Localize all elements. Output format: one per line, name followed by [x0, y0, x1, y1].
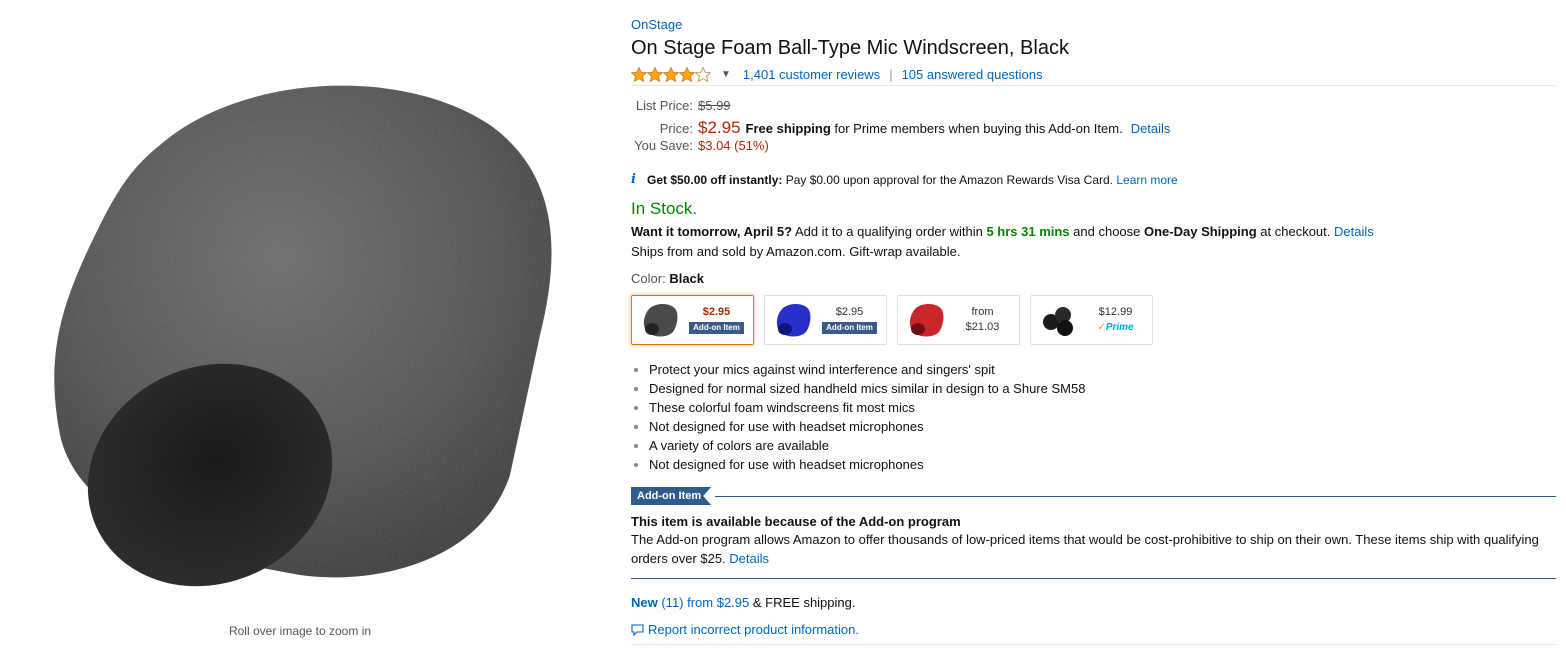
addon-badge: Add-on Item	[689, 322, 744, 334]
new-offers-link[interactable]: New	[631, 595, 658, 610]
countdown: 5 hrs 31 mins	[986, 224, 1070, 239]
swatch-multi[interactable]: $12.99 ✓Prime	[1030, 295, 1153, 345]
addon-description: The Add-on program allows Amazon to offe…	[631, 530, 1556, 568]
learn-more-link[interactable]: Learn more	[1116, 173, 1177, 187]
list-price: $5.99	[698, 98, 731, 113]
addon-heading: This item is available because of the Ad…	[631, 514, 961, 529]
image-column: Roll over image to zoom in	[0, 0, 600, 651]
bullet-item: These colorful foam windscreens fit most…	[631, 398, 1556, 417]
card-promo: i Get $50.00 off instantly: Pay $0.00 up…	[631, 172, 1556, 187]
star-full-icon	[679, 66, 695, 82]
swatch-price: $12.99	[1098, 306, 1133, 318]
color-row: Color: Black	[631, 271, 1556, 286]
price-row: Price: $2.95 Free shipping for Prime mem…	[631, 118, 1556, 138]
brand-link[interactable]: OnStage	[631, 17, 682, 32]
swatch-info: $2.95 Add-on Item	[680, 305, 753, 335]
color-label: Color:	[631, 271, 666, 286]
addon-bottom-rule	[631, 578, 1556, 579]
blue-windscreen-thumbnail	[776, 304, 811, 337]
choose-text: and choose	[1069, 224, 1144, 239]
ships-from: Ships from and sold by Amazon.com. Gift-…	[631, 244, 961, 259]
chevron-down-icon[interactable]: ▼	[721, 69, 731, 80]
multi-windscreen-thumbnail	[1043, 307, 1073, 336]
swatch-price: $21.03	[965, 321, 1000, 333]
want-it-text: Want it tomorrow, April 5?	[631, 224, 793, 239]
product-image[interactable]	[40, 55, 560, 595]
swatch-black[interactable]: $2.95 Add-on Item	[631, 295, 754, 345]
questions-link[interactable]: 105 answered questions	[902, 67, 1043, 82]
star-rating[interactable]	[631, 66, 711, 82]
addon-header: Add-on Item	[631, 487, 1556, 505]
star-empty-icon	[695, 66, 711, 82]
offers-count-link[interactable]: (11) from $2.95	[658, 595, 749, 610]
checkout-text: at checkout.	[1256, 224, 1334, 239]
speech-bubble-icon	[631, 623, 644, 636]
rating-row: ▼ 1,401 customer reviews | 105 answered …	[631, 63, 1556, 85]
delivery-details-link[interactable]: Details	[1334, 224, 1374, 239]
free-shipping: Free shipping	[745, 121, 831, 136]
addon-badge: Add-on Item	[822, 322, 877, 334]
savings-label: You Save:	[634, 138, 693, 153]
shipping-note: for Prime members when buying this Add-o…	[830, 121, 1123, 136]
offers-shipping: & FREE shipping.	[749, 595, 856, 610]
reviews-link[interactable]: 1,401 customer reviews	[743, 67, 880, 82]
prime-badge: ✓Prime	[1097, 322, 1134, 333]
shipping-details-link[interactable]: Details	[1131, 121, 1171, 136]
savings-row: You Save: $3.04 (51%)	[631, 138, 1556, 158]
bullet-item: Not designed for use with headset microp…	[631, 417, 1556, 436]
swatch-info: $2.95 Add-on Item	[813, 305, 886, 335]
addon-tag: Add-on Item	[631, 487, 712, 505]
list-price-row: List Price: $5.99	[631, 98, 1556, 118]
zoom-hint: Roll over image to zoom in	[228, 624, 372, 638]
divider-line	[631, 644, 1556, 645]
delivery-message: Want it tomorrow, April 5? Add it to a q…	[631, 222, 1556, 241]
current-price: $2.95	[698, 118, 741, 137]
list-price-label: List Price:	[635, 98, 693, 113]
swatch-from: from	[971, 306, 994, 318]
promo-text: Pay $0.00 upon approval for the Amazon R…	[782, 172, 1117, 187]
product-title: On Stage Foam Ball-Type Mic Windscreen, …	[631, 37, 1069, 59]
product-info: OnStage On Stage Foam Ball-Type Mic Wind…	[631, 14, 1556, 645]
swatch-info: $12.99 ✓Prime	[1079, 305, 1152, 335]
prime-label: Prime	[1105, 322, 1134, 333]
info-icon: i	[631, 172, 636, 187]
divider: |	[889, 66, 893, 82]
price-label: Price:	[659, 121, 693, 136]
bullet-item: A variety of colors are available	[631, 436, 1556, 455]
selected-color: Black	[669, 271, 705, 286]
price-table: List Price: $5.99 Price: $2.95 Free ship…	[631, 98, 1556, 158]
one-day-shipping: One-Day Shipping	[1144, 224, 1257, 239]
report-row: Report incorrect product information.	[631, 622, 1556, 637]
star-full-icon	[631, 66, 647, 82]
savings-value: $3.04 (51%)	[698, 138, 769, 153]
star-full-icon	[663, 66, 679, 82]
swatch-red[interactable]: from $21.03	[897, 295, 1020, 345]
star-full-icon	[647, 66, 663, 82]
red-windscreen-thumbnail	[909, 304, 944, 337]
bullet-item: Designed for normal sized handheld mics …	[631, 379, 1556, 398]
bullet-item: Not designed for use with headset microp…	[631, 455, 1556, 474]
swatch-blue[interactable]: $2.95 Add-on Item	[764, 295, 887, 345]
swatch-price: $2.95	[702, 306, 731, 318]
stock-status: In Stock.	[631, 199, 698, 218]
addon-details-link[interactable]: Details	[729, 551, 769, 566]
report-link[interactable]: Report incorrect product information.	[648, 622, 859, 637]
promo-bold: Get $50.00 off instantly:	[647, 172, 783, 187]
color-swatches: $2.95 Add-on Item $2.95 Add-on Item from…	[631, 295, 1556, 345]
swatch-price: $2.95	[835, 306, 864, 318]
black-windscreen-thumbnail	[643, 304, 678, 337]
swatch-info: from $21.03	[946, 305, 1019, 335]
order-text: Add it to a qualifying order within	[792, 224, 987, 239]
divider-line	[631, 85, 1556, 86]
bullet-item: Protect your mics against wind interfere…	[631, 360, 1556, 379]
addon-rule	[715, 495, 1556, 497]
other-offers: New (11) from $2.95 & FREE shipping.	[631, 595, 1556, 610]
feature-bullets: Protect your mics against wind interfere…	[631, 360, 1556, 474]
